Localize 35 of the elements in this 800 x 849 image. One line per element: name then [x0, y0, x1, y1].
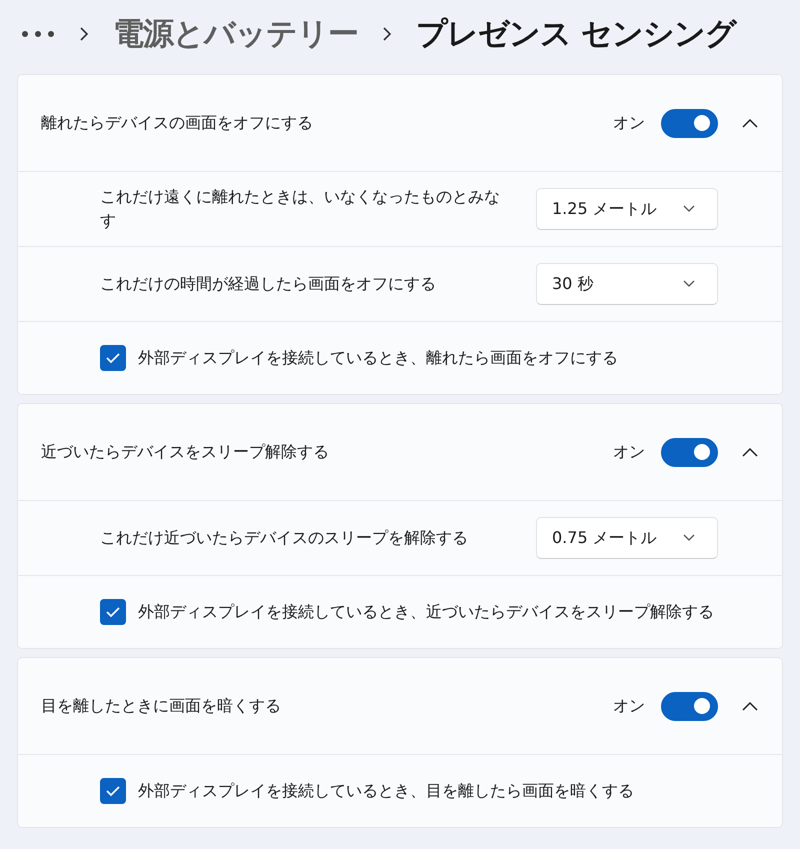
chevron-up-icon[interactable] [742, 447, 758, 457]
setting-label: これだけ近づいたらデバイスのスリープを解除する [100, 527, 469, 549]
checkmark-icon [106, 785, 120, 797]
dropdown[interactable]: 1.25 メートル [536, 188, 718, 230]
setting-title: 近づいたらデバイスをスリープ解除する [41, 442, 330, 462]
checkbox[interactable] [100, 345, 126, 371]
checkbox-label: 外部ディスプレイを接続しているとき、近づいたらデバイスをスリープ解除する [138, 602, 714, 622]
toggle-state-label: オン [613, 696, 645, 716]
toggle-state-label: オン [613, 442, 645, 462]
setting-label: これだけ遠くに離れたときは、いなくなったものとみなす [100, 186, 500, 232]
dropdown[interactable]: 0.75 メートル [536, 517, 718, 559]
toggle-switch[interactable] [661, 692, 718, 720]
chevron-down-icon [683, 205, 695, 213]
breadcrumb-link[interactable]: 電源とバッテリー [113, 13, 358, 55]
setting-title: 目を離したときに画面を暗くする [41, 696, 282, 716]
checkmark-icon [106, 606, 120, 618]
checkbox-label: 外部ディスプレイを接続しているとき、目を離したら画面を暗くする [138, 780, 634, 802]
checkbox[interactable] [100, 778, 126, 804]
checkmark-icon [106, 352, 120, 364]
chevron-up-icon[interactable] [742, 118, 758, 128]
setting-title: 離れたらデバイスの画面をオフにする [41, 112, 314, 134]
chevron-right-icon [382, 26, 392, 42]
setting-label: これだけの時間が経過したら画面をオフにする [100, 273, 437, 295]
chevron-down-icon [683, 280, 695, 288]
chevron-up-icon[interactable] [742, 701, 758, 711]
dropdown[interactable]: 30 秒 [536, 263, 718, 305]
chevron-right-icon [79, 26, 89, 42]
checkbox[interactable] [100, 599, 126, 625]
toggle-state-label: オン [613, 112, 645, 134]
chevron-down-icon [683, 534, 695, 542]
more-icon[interactable] [21, 30, 55, 38]
checkbox-label: 外部ディスプレイを接続しているとき、離れたら画面をオフにする [138, 348, 618, 368]
toggle-switch[interactable] [661, 108, 718, 138]
page-title: プレゼンス センシング [416, 15, 736, 54]
toggle-switch[interactable] [661, 438, 718, 466]
